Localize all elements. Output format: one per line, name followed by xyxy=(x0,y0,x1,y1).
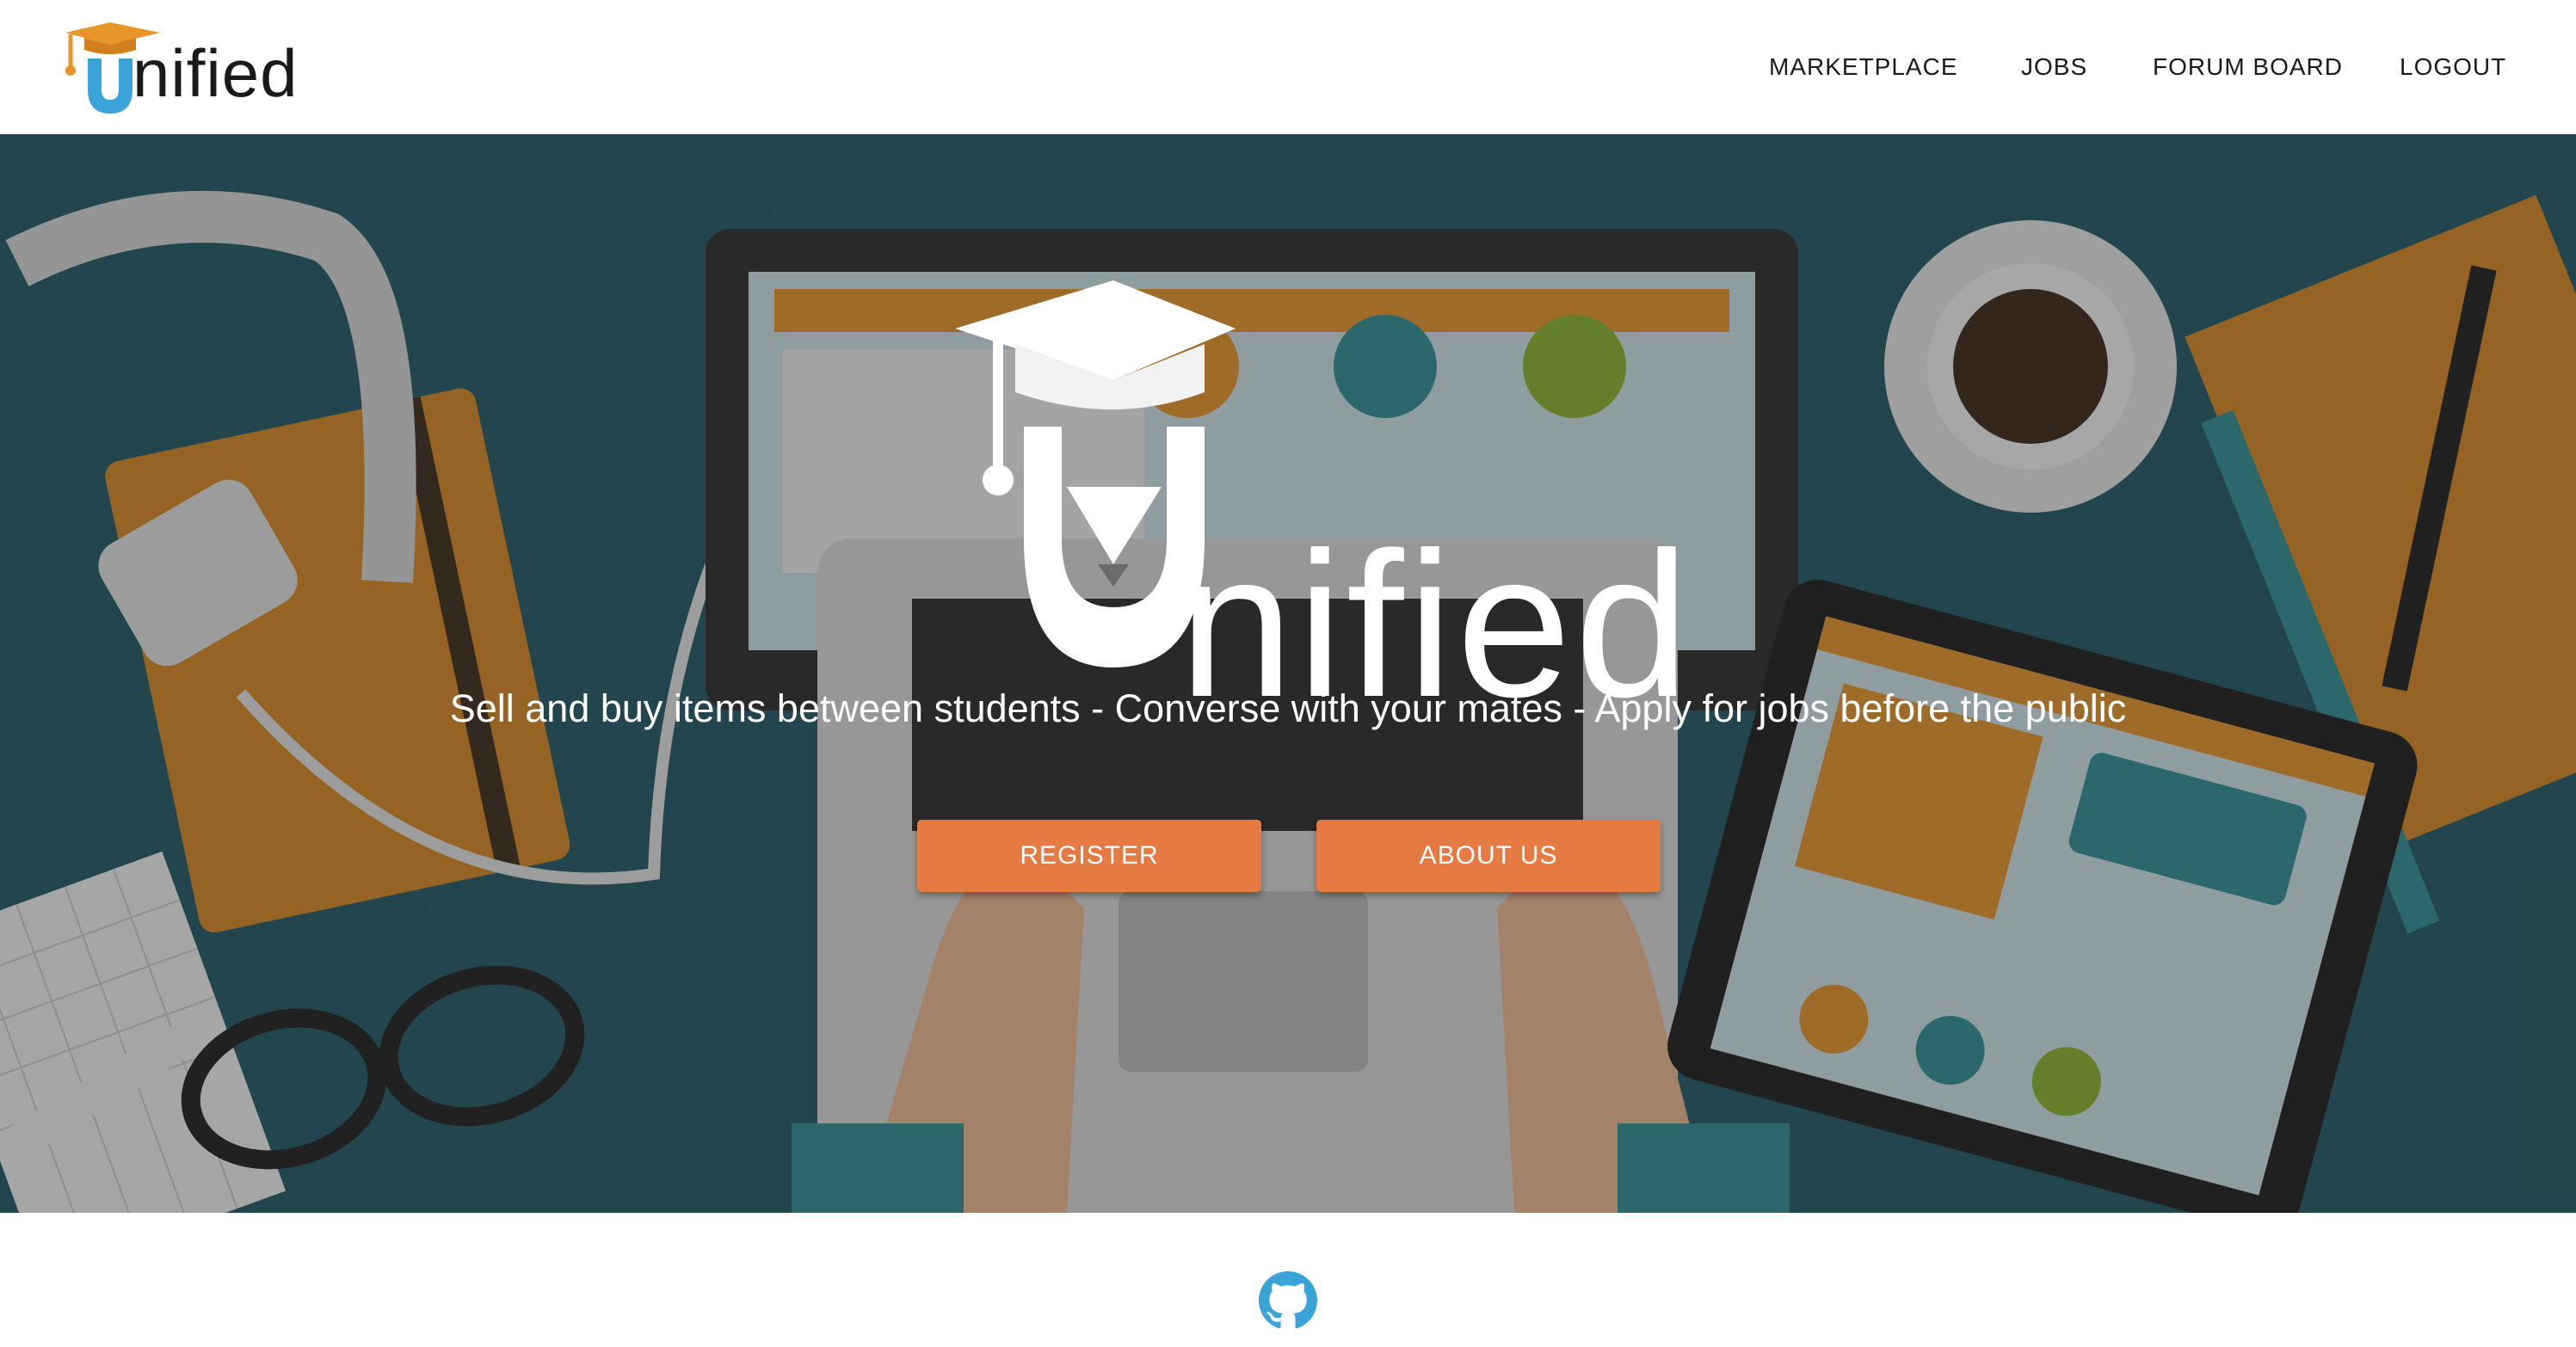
nav-logout[interactable]: LOGOUT xyxy=(2400,50,2506,84)
github-icon xyxy=(1259,1271,1317,1329)
hero-logo: nified xyxy=(946,280,1690,728)
hero-section: nified Sell and buy items between studen… xyxy=(0,134,2576,1213)
github-link[interactable] xyxy=(1259,1271,1317,1330)
main-nav: MARKETPLACE JOBS FORUM BOARD LOGOUT xyxy=(0,50,2576,84)
nav-jobs[interactable]: JOBS xyxy=(2021,50,2087,84)
about-us-button[interactable]: ABOUT US xyxy=(1316,820,1661,892)
nav-marketplace[interactable]: MARKETPLACE xyxy=(1769,50,1958,84)
site-footer xyxy=(0,1213,2576,1347)
nav-forum-board[interactable]: FORUM BOARD xyxy=(2153,50,2343,84)
register-button[interactable]: REGISTER xyxy=(917,820,1261,892)
hero-tagline: Sell and buy items between students - Co… xyxy=(449,686,2127,730)
site-header: nified MARKETPLACE JOBS FORUM BOARD LOGO… xyxy=(0,0,2576,134)
